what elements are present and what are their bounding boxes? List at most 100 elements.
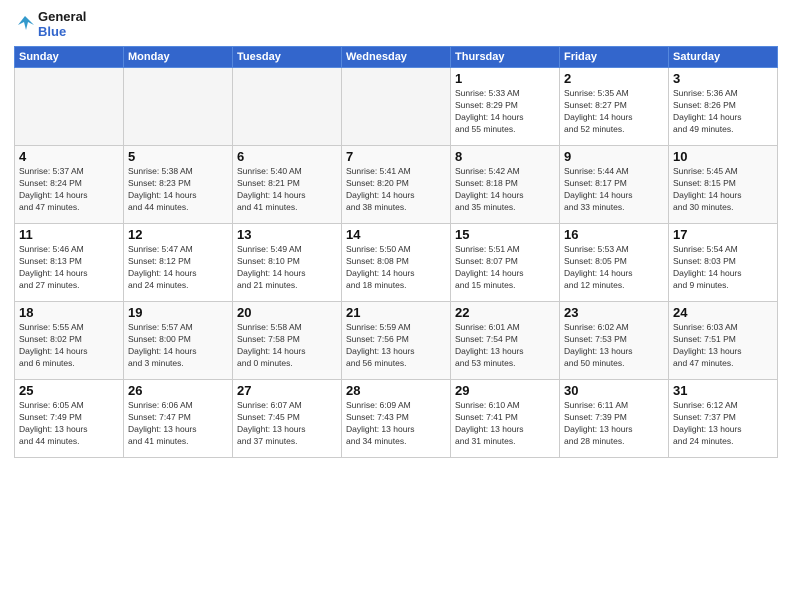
day-info: Sunrise: 5:59 AM Sunset: 7:56 PM Dayligh… — [346, 322, 446, 370]
day-cell: 29 Sunrise: 6:10 AM Sunset: 7:41 PM Dayli… — [451, 379, 560, 457]
day-number: 8 — [455, 149, 555, 164]
day-cell: 26 Sunrise: 6:06 AM Sunset: 7:47 PM Dayli… — [124, 379, 233, 457]
day-cell: 21 Sunrise: 5:59 AM Sunset: 7:56 PM Dayli… — [342, 301, 451, 379]
day-cell: 20 Sunrise: 5:58 AM Sunset: 7:58 PM Dayli… — [233, 301, 342, 379]
day-number: 9 — [564, 149, 664, 164]
day-number: 30 — [564, 383, 664, 398]
day-number: 19 — [128, 305, 228, 320]
day-info: Sunrise: 6:07 AM Sunset: 7:45 PM Dayligh… — [237, 400, 337, 448]
calendar-table: SundayMondayTuesdayWednesdayThursdayFrid… — [14, 46, 778, 458]
day-info: Sunrise: 5:35 AM Sunset: 8:27 PM Dayligh… — [564, 88, 664, 136]
day-number: 1 — [455, 71, 555, 86]
day-number: 28 — [346, 383, 446, 398]
day-number: 12 — [128, 227, 228, 242]
day-cell — [233, 67, 342, 145]
day-number: 24 — [673, 305, 773, 320]
day-cell: 3 Sunrise: 5:36 AM Sunset: 8:26 PM Daylig… — [669, 67, 778, 145]
week-row-5: 25Sunrise: 6:05 AM Sunset: 7:49 PM Dayli… — [15, 379, 778, 457]
day-number: 27 — [237, 383, 337, 398]
day-header-saturday: Saturday — [669, 46, 778, 67]
logo-general-text: General — [38, 10, 86, 25]
day-header-monday: Monday — [124, 46, 233, 67]
day-info: Sunrise: 5:47 AM Sunset: 8:12 PM Dayligh… — [128, 244, 228, 292]
day-cell: 15 Sunrise: 5:51 AM Sunset: 8:07 PM Dayli… — [451, 223, 560, 301]
week-row-3: 11 Sunrise: 5:46 AM Sunset: 8:13 PM Dayli… — [15, 223, 778, 301]
day-number: 2 — [564, 71, 664, 86]
day-number: 29 — [455, 383, 555, 398]
day-header-wednesday: Wednesday — [342, 46, 451, 67]
header: General Blue — [14, 10, 778, 40]
day-number: 16 — [564, 227, 664, 242]
day-info: Sunrise: 6:10 AM Sunset: 7:41 PM Dayligh… — [455, 400, 555, 448]
day-cell: 19 Sunrise: 5:57 AM Sunset: 8:00 PM Dayli… — [124, 301, 233, 379]
logo-blue-text: Blue — [38, 25, 86, 40]
day-header-thursday: Thursday — [451, 46, 560, 67]
day-number: 20 — [237, 305, 337, 320]
day-info: Sunrise: 6:03 AM Sunset: 7:51 PM Dayligh… — [673, 322, 773, 370]
day-info: Sunrise: 5:57 AM Sunset: 8:00 PM Dayligh… — [128, 322, 228, 370]
day-info: Sunrise: 6:09 AM Sunset: 7:43 PM Dayligh… — [346, 400, 446, 448]
day-info: Sunrise: 5:33 AM Sunset: 8:29 PM Dayligh… — [455, 88, 555, 136]
day-cell: 31Sunrise: 6:12 AM Sunset: 7:37 PM Dayli… — [669, 379, 778, 457]
day-info: Sunrise: 5:49 AM Sunset: 8:10 PM Dayligh… — [237, 244, 337, 292]
day-cell: 25Sunrise: 6:05 AM Sunset: 7:49 PM Dayli… — [15, 379, 124, 457]
day-info: Sunrise: 5:55 AM Sunset: 8:02 PM Dayligh… — [19, 322, 119, 370]
day-info: Sunrise: 5:51 AM Sunset: 8:07 PM Dayligh… — [455, 244, 555, 292]
day-cell: 4 Sunrise: 5:37 AM Sunset: 8:24 PM Daylig… — [15, 145, 124, 223]
day-info: Sunrise: 6:01 AM Sunset: 7:54 PM Dayligh… — [455, 322, 555, 370]
day-number: 26 — [128, 383, 228, 398]
day-cell: 18Sunrise: 5:55 AM Sunset: 8:02 PM Dayli… — [15, 301, 124, 379]
day-header-friday: Friday — [560, 46, 669, 67]
day-info: Sunrise: 5:54 AM Sunset: 8:03 PM Dayligh… — [673, 244, 773, 292]
day-cell: 24 Sunrise: 6:03 AM Sunset: 7:51 PM Dayli… — [669, 301, 778, 379]
day-number: 4 — [19, 149, 119, 164]
day-number: 13 — [237, 227, 337, 242]
day-number: 25 — [19, 383, 119, 398]
day-cell: 16Sunrise: 5:53 AM Sunset: 8:05 PM Dayli… — [560, 223, 669, 301]
day-cell: 1 Sunrise: 5:33 AM Sunset: 8:29 PM Daylig… — [451, 67, 560, 145]
day-info: Sunrise: 6:11 AM Sunset: 7:39 PM Dayligh… — [564, 400, 664, 448]
day-info: Sunrise: 5:58 AM Sunset: 7:58 PM Dayligh… — [237, 322, 337, 370]
day-info: Sunrise: 5:40 AM Sunset: 8:21 PM Dayligh… — [237, 166, 337, 214]
logo-bird-icon — [14, 14, 36, 36]
day-cell: 30 Sunrise: 6:11 AM Sunset: 7:39 PM Dayli… — [560, 379, 669, 457]
day-number: 6 — [237, 149, 337, 164]
day-info: Sunrise: 5:42 AM Sunset: 8:18 PM Dayligh… — [455, 166, 555, 214]
day-header-sunday: Sunday — [15, 46, 124, 67]
day-number: 17 — [673, 227, 773, 242]
day-info: Sunrise: 5:44 AM Sunset: 8:17 PM Dayligh… — [564, 166, 664, 214]
day-number: 11 — [19, 227, 119, 242]
day-cell: 12 Sunrise: 5:47 AM Sunset: 8:12 PM Dayli… — [124, 223, 233, 301]
day-cell: 27 Sunrise: 6:07 AM Sunset: 7:45 PM Dayli… — [233, 379, 342, 457]
page-container: General Blue SundayMondayTuesdayWednesda… — [0, 0, 792, 464]
day-number: 10 — [673, 149, 773, 164]
header-row: SundayMondayTuesdayWednesdayThursdayFrid… — [15, 46, 778, 67]
day-cell — [15, 67, 124, 145]
day-cell: 17 Sunrise: 5:54 AM Sunset: 8:03 PM Dayli… — [669, 223, 778, 301]
day-cell: 11 Sunrise: 5:46 AM Sunset: 8:13 PM Dayli… — [15, 223, 124, 301]
day-info: Sunrise: 6:06 AM Sunset: 7:47 PM Dayligh… — [128, 400, 228, 448]
day-cell — [124, 67, 233, 145]
day-cell: 22 Sunrise: 6:01 AM Sunset: 7:54 PM Dayli… — [451, 301, 560, 379]
day-info: Sunrise: 5:37 AM Sunset: 8:24 PM Dayligh… — [19, 166, 119, 214]
week-row-1: 1 Sunrise: 5:33 AM Sunset: 8:29 PM Daylig… — [15, 67, 778, 145]
day-info: Sunrise: 5:41 AM Sunset: 8:20 PM Dayligh… — [346, 166, 446, 214]
day-info: Sunrise: 6:12 AM Sunset: 7:37 PM Dayligh… — [673, 400, 773, 448]
day-cell: 2 Sunrise: 5:35 AM Sunset: 8:27 PM Daylig… — [560, 67, 669, 145]
week-row-2: 4 Sunrise: 5:37 AM Sunset: 8:24 PM Daylig… — [15, 145, 778, 223]
week-row-4: 18Sunrise: 5:55 AM Sunset: 8:02 PM Dayli… — [15, 301, 778, 379]
day-number: 15 — [455, 227, 555, 242]
day-number: 21 — [346, 305, 446, 320]
day-cell: 23Sunrise: 6:02 AM Sunset: 7:53 PM Dayli… — [560, 301, 669, 379]
day-number: 14 — [346, 227, 446, 242]
day-info: Sunrise: 5:45 AM Sunset: 8:15 PM Dayligh… — [673, 166, 773, 214]
day-number: 22 — [455, 305, 555, 320]
logo: General Blue — [14, 10, 86, 40]
day-cell: 7Sunrise: 5:41 AM Sunset: 8:20 PM Daylig… — [342, 145, 451, 223]
day-info: Sunrise: 5:50 AM Sunset: 8:08 PM Dayligh… — [346, 244, 446, 292]
day-info: Sunrise: 5:46 AM Sunset: 8:13 PM Dayligh… — [19, 244, 119, 292]
day-info: Sunrise: 5:36 AM Sunset: 8:26 PM Dayligh… — [673, 88, 773, 136]
day-number: 3 — [673, 71, 773, 86]
day-cell: 13 Sunrise: 5:49 AM Sunset: 8:10 PM Dayli… — [233, 223, 342, 301]
day-cell: 8 Sunrise: 5:42 AM Sunset: 8:18 PM Daylig… — [451, 145, 560, 223]
